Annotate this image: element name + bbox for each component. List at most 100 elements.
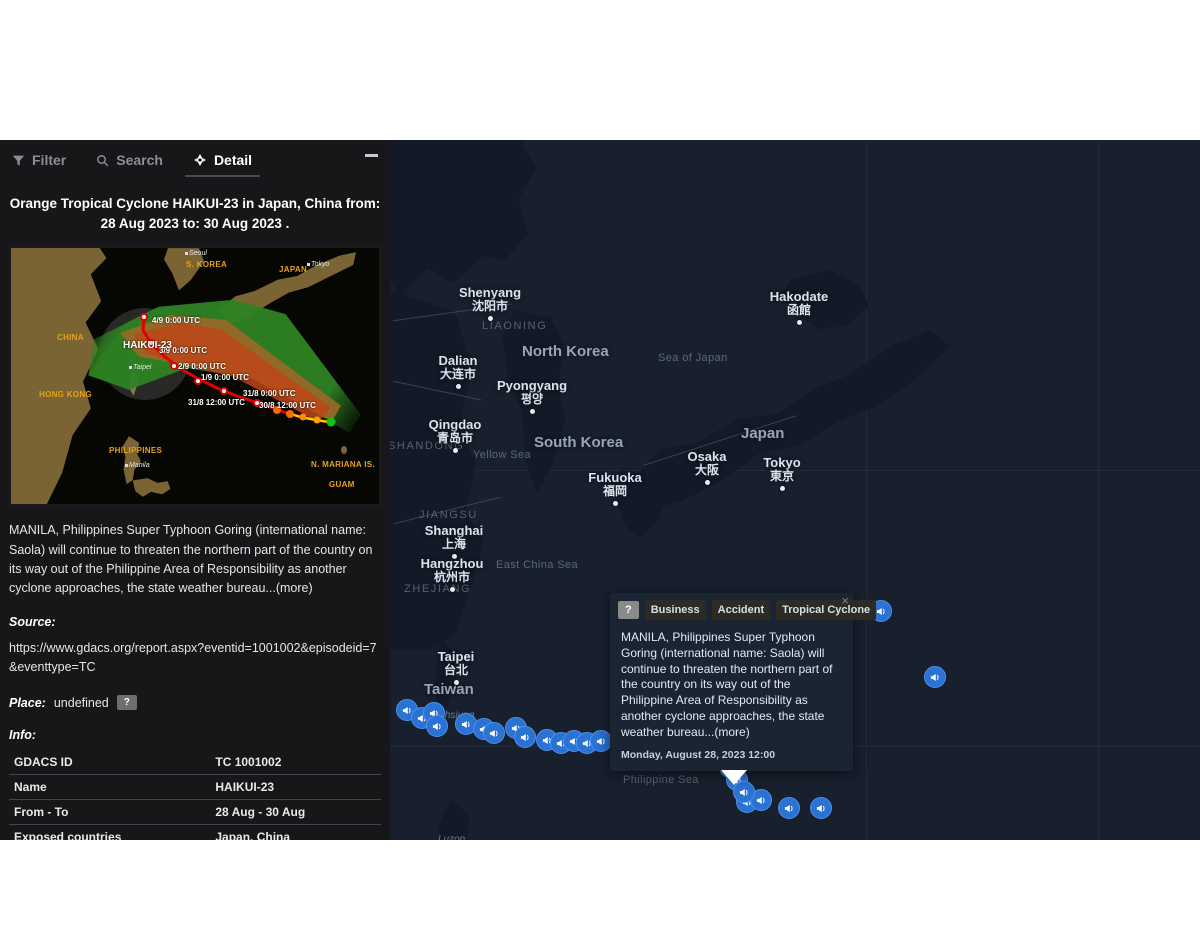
table-row: Exposed countries Japan, China <box>9 824 381 840</box>
thumb-city-label: Tokyo <box>311 261 330 269</box>
city-dot <box>450 587 455 592</box>
thumb-track-node <box>299 413 307 421</box>
landmass-luzon <box>437 800 476 840</box>
table-row: Name HAIKUI-23 <box>9 774 381 801</box>
sea-label: East China Sea <box>496 559 579 571</box>
sidebar-tabs: Filter Search Detail <box>0 140 390 180</box>
thumb-track-node <box>286 410 294 419</box>
filter-icon <box>12 154 25 167</box>
info-key: GDACS ID <box>9 750 216 776</box>
info-value: HAIKUI-23 <box>215 774 381 801</box>
popup-text: MANILA, Philippines Super Typhoon Goring… <box>621 630 833 739</box>
thumb-city-label: Taipei <box>133 364 152 372</box>
detail-sidebar: Filter Search Detail Orange Tropical Cyc… <box>0 140 390 840</box>
city-dot <box>488 316 493 321</box>
thumb-city-label: Manila <box>129 462 150 470</box>
info-label: Info: <box>9 728 37 743</box>
table-row: GDACS ID TC 1001002 <box>9 750 381 776</box>
popup-body: MANILA, Philippines Super Typhoon Goring… <box>610 626 853 771</box>
popup-tag-accident[interactable]: Accident <box>711 600 771 620</box>
place-help-button[interactable]: ? <box>116 695 137 711</box>
search-icon <box>96 154 109 167</box>
thumb-track-node <box>220 387 228 396</box>
crosshair-icon <box>193 153 207 167</box>
storm-track-canvas: CHINA S. KOREA JAPAN HONG KONG PHILIPPINES N.… <box>11 248 379 505</box>
popup-tag-business[interactable]: Business <box>644 600 706 620</box>
place-label: Place: <box>9 695 46 710</box>
close-icon[interactable]: × <box>841 594 849 607</box>
info-table: GDACS ID TC 1001002 Name HAIKUI-23 From - To… <box>9 750 381 840</box>
landmass-korea-peninsula <box>502 310 566 493</box>
popup-header: ? Business Accident Tropical Cyclone × <box>610 593 877 626</box>
thumb-country-label: GUAM <box>329 480 355 490</box>
city-dot <box>453 448 458 453</box>
event-marker[interactable] <box>514 726 536 748</box>
storm-track-thumbnail[interactable]: CHINA S. KOREA JAPAN HONG KONG PHILIPPINES N.… <box>8 245 382 508</box>
grid-line <box>1098 140 1099 840</box>
thumb-track-time-label: 1/9 0:00 UTC <box>201 373 250 383</box>
landmass-japan-honshu <box>633 330 950 510</box>
info-key: From - To <box>9 799 216 826</box>
city-dot <box>797 320 802 325</box>
event-marker[interactable] <box>426 715 448 737</box>
thumb-city-dot <box>185 252 188 256</box>
gdacs-application: Sea of Japan Yellow Sea East China Sea Phil… <box>0 140 1200 840</box>
thumb-city-label: Seoul <box>189 250 207 258</box>
event-marker[interactable] <box>924 666 946 688</box>
thumb-track-time-label: 30/8 12:00 UTC <box>259 401 316 411</box>
popup-date: Monday, August 28, 2023 12:00 <box>621 748 776 761</box>
sea-label: Yellow Sea <box>473 449 532 461</box>
info-key: Name <box>9 774 216 801</box>
event-marker[interactable] <box>590 730 612 752</box>
info-key: Exposed countries <box>9 824 216 840</box>
thumb-track-node <box>170 362 178 371</box>
popup-help-tag[interactable]: ? <box>618 601 639 619</box>
city-dot <box>613 501 618 506</box>
tab-search[interactable]: Search <box>96 140 163 180</box>
map-city-label: Shenyang 沈阳市 <box>458 285 522 313</box>
thumb-track-node <box>140 313 148 322</box>
minimize-button[interactable] <box>365 154 378 157</box>
source-label: Source: <box>9 614 56 629</box>
thumb-track-time-label: 31/8 0:00 UTC <box>243 389 296 399</box>
tab-filter-label: Filter <box>32 152 67 168</box>
popup-tag-tropical-cyclone[interactable]: Tropical Cyclone <box>776 600 877 620</box>
thumb-track-time-label: 31/8 12:00 UTC <box>188 398 245 408</box>
event-marker[interactable] <box>810 797 832 819</box>
page-title: Orange Tropical Cyclone HAIKUI-23 in Jap… <box>9 196 381 231</box>
event-marker[interactable] <box>483 722 505 744</box>
thumb-track-time-label: 4/9 0:00 UTC <box>152 316 201 326</box>
tab-search-label: Search <box>116 152 163 168</box>
tab-detail-label: Detail <box>213 152 253 168</box>
city-dot <box>456 384 461 389</box>
tab-filter[interactable]: Filter <box>12 140 66 180</box>
event-marker[interactable] <box>778 797 800 819</box>
event-popup[interactable]: ? Business Accident Tropical Cyclone × M… <box>610 593 877 785</box>
grid-line <box>866 140 867 840</box>
thumb-country-label: CHINA <box>57 333 84 343</box>
sea-label: Sea of Japan <box>658 352 728 364</box>
place-row: Place: undefined ? <box>0 677 390 711</box>
sea-label: Philippine Sea <box>623 774 699 786</box>
city-dot <box>705 480 710 485</box>
thumb-track-node <box>326 417 336 427</box>
city-dot <box>530 409 535 414</box>
city-dot <box>454 680 459 685</box>
thumb-storm-name: HAIKUI-23 <box>123 340 172 352</box>
thumb-country-label: JAPAN <box>279 265 308 275</box>
source-url-link[interactable]: https://www.gdacs.org/report.aspx?eventi… <box>0 629 390 678</box>
info-value: Japan, China <box>215 824 381 840</box>
info-value: TC 1001002 <box>215 750 381 776</box>
thumb-city-dot <box>307 263 310 267</box>
thumb-country-label: N. MARIANA IS. <box>311 460 375 470</box>
event-description: MANILA, Philippines Super Typhoon Goring… <box>9 523 373 596</box>
thumb-track-node <box>313 416 321 424</box>
table-row: From - To 28 Aug - 30 Aug <box>9 799 381 826</box>
thumb-country-label: HONG KONG <box>39 390 92 400</box>
city-dot <box>780 486 785 491</box>
popup-pointer <box>721 769 747 785</box>
place-value: undefined <box>53 695 109 710</box>
landmass-hokkaido <box>781 270 869 330</box>
tab-detail[interactable]: Detail <box>184 140 261 180</box>
city-dot <box>452 554 457 559</box>
